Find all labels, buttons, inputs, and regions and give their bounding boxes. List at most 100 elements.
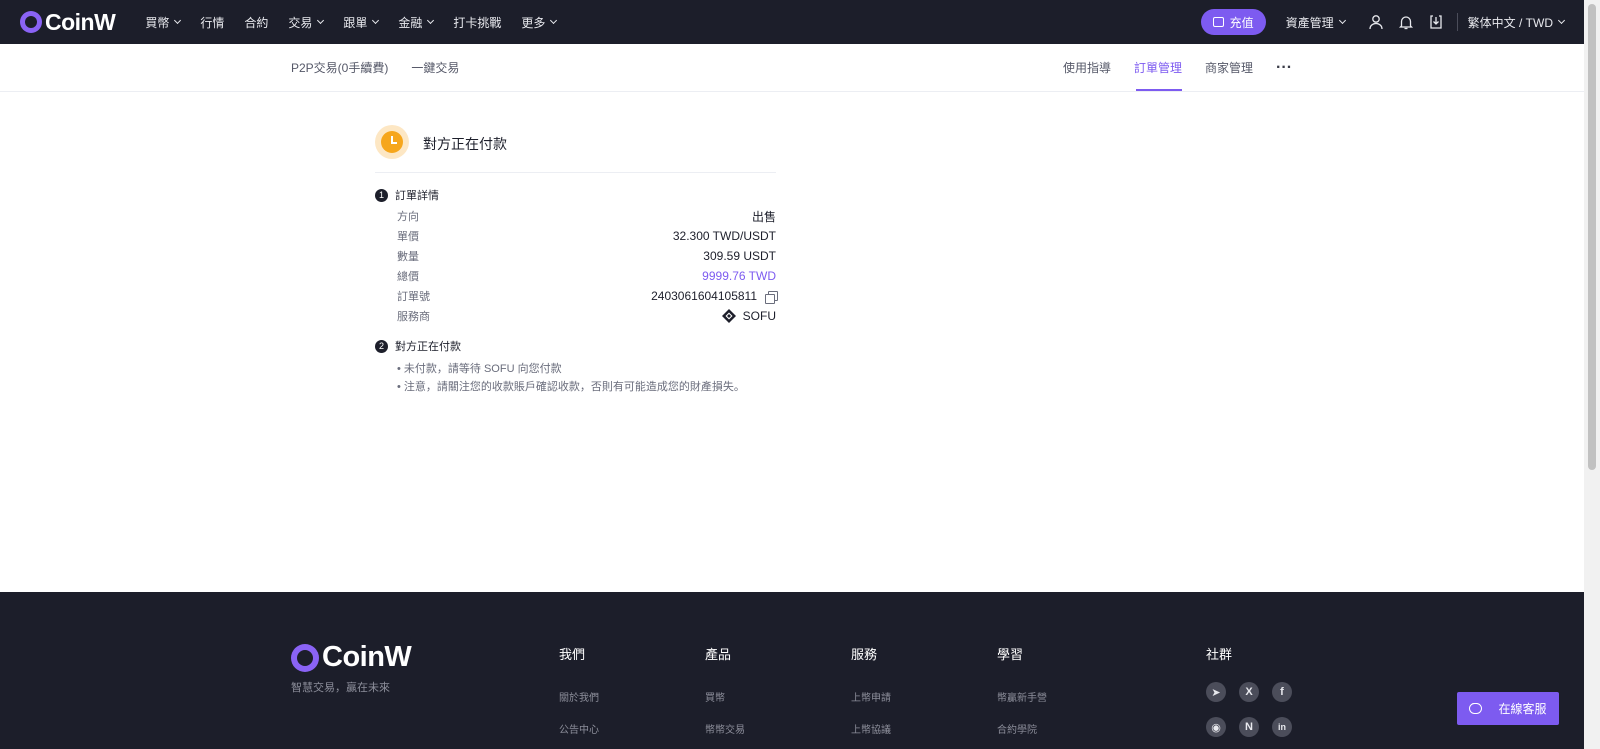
nav-item-finance[interactable]: 金融: [398, 14, 435, 31]
more-options-icon[interactable]: ···: [1276, 44, 1292, 91]
payment-note-warning: • 注意，請關注您的收款賬戶確認收款，否則有可能造成您的財產損失。: [397, 381, 745, 393]
logo-text: CoinW: [45, 8, 116, 35]
payment-note-waiting: • 未付款，請等待 SOFU 向您付款: [397, 363, 562, 375]
page-scrollbar[interactable]: [1584, 0, 1600, 749]
nav-item-market[interactable]: 行情: [200, 14, 224, 31]
asset-management-label: 資產管理: [1285, 15, 1334, 30]
main-nav: 買幣 行情 合約 交易 跟單 金融 打卡挑戰 更多: [145, 14, 576, 31]
footer-link-listing-application[interactable]: 上幣申請: [851, 689, 891, 704]
footer-link-listing-agreement[interactable]: 上幣協議: [851, 721, 891, 736]
x-icon[interactable]: X: [1239, 682, 1259, 702]
footer-col-title: 服務: [851, 647, 878, 662]
detail-value: 309.59 USDT: [703, 249, 776, 263]
footer-slogan: 智慧交易，贏在未來: [291, 682, 390, 694]
footer-col-products: 產品: [705, 644, 731, 663]
detail-value: 32.300 TWD/USDT: [672, 229, 776, 243]
footer-col-learn: 學習: [997, 644, 1023, 663]
nav-item-futures[interactable]: 合約: [244, 14, 268, 31]
step-badge: 2: [375, 339, 388, 353]
footer-link-futures-academy[interactable]: 合約學院: [997, 721, 1037, 736]
chevron-down-icon: [174, 16, 182, 25]
tab-user-guide[interactable]: 使用指導: [1063, 44, 1111, 91]
detail-row-total: 總價 9999.76 TWD: [397, 267, 776, 285]
footer-logo-text: CoinW: [322, 641, 412, 673]
online-support-label: 在線客服: [1498, 702, 1547, 716]
sofu-logo-icon: [721, 309, 736, 323]
order-status-title: 對方正在付款: [423, 136, 507, 152]
language-label: 繁体中文 / TWD: [1467, 15, 1553, 30]
coinw-logo[interactable]: CoinW: [20, 8, 116, 36]
nav-item-checkin-challenge[interactable]: 打卡挑戰: [453, 14, 501, 31]
nav-label: 金融: [398, 15, 423, 30]
order-status-header: 對方正在付款: [375, 125, 776, 173]
tab-order-management[interactable]: 訂單管理: [1134, 44, 1183, 91]
chat-icon: [1469, 698, 1483, 714]
footer-logo[interactable]: CoinW: [291, 641, 412, 674]
tab-p2p-trade[interactable]: P2P交易(0手續費): [291, 59, 388, 76]
nav-item-more[interactable]: 更多: [521, 14, 558, 31]
coinw-logo-icon: [291, 643, 319, 672]
detail-label: 數量: [397, 251, 419, 263]
chevron-down-icon: [1557, 16, 1566, 25]
chevron-down-icon: [550, 16, 558, 25]
detail-row-provider: 服務商 SOFU: [397, 307, 776, 325]
footer: CoinW 智慧交易，贏在未來 我們 關於我們 公告中心 產品 買幣 幣幣交易 …: [0, 592, 1584, 749]
deposit-icon: [1212, 17, 1224, 27]
asset-management-menu[interactable]: 資產管理: [1285, 14, 1346, 31]
nav-label: 交易: [288, 15, 313, 30]
detail-label: 總價: [397, 271, 419, 283]
detail-value: 出售: [751, 209, 776, 224]
language-currency-selector[interactable]: 繁体中文 / TWD: [1467, 14, 1566, 31]
footer-col-title: 學習: [997, 647, 1024, 662]
footer-col-title: 產品: [705, 647, 732, 662]
detail-row-quantity: 數量 309.59 USDT: [397, 247, 776, 265]
nav-item-buy[interactable]: 買幣: [145, 14, 182, 31]
order-number-value: 2403061604105811: [651, 289, 778, 304]
nav-label: 打卡挑戰: [453, 15, 502, 30]
detail-row-direction: 方向 出售: [397, 207, 776, 225]
nav-label: 跟單: [343, 15, 368, 30]
detail-label: 訂單號: [397, 291, 430, 303]
nav-label: 合約: [244, 15, 269, 30]
total-price-value: 9999.76 TWD: [702, 269, 776, 283]
online-support-button[interactable]: 在線客服: [1457, 692, 1559, 725]
tab-one-click-trade[interactable]: 一鍵交易: [411, 59, 459, 76]
footer-link-buy-crypto[interactable]: 買幣: [705, 689, 725, 704]
detail-row-order-number: 訂單號 2403061604105811: [397, 287, 778, 305]
facebook-icon[interactable]: f: [1272, 682, 1292, 702]
deposit-button[interactable]: 充值: [1200, 9, 1266, 35]
detail-label: 服務商: [397, 311, 430, 323]
user-icon[interactable]: [1367, 13, 1385, 31]
deposit-label: 充值: [1229, 15, 1254, 30]
order-details-heading: 1 訂單詳情: [375, 187, 439, 203]
nav-item-trade[interactable]: 交易: [288, 14, 325, 31]
footer-link-announcements[interactable]: 公告中心: [559, 721, 599, 736]
footer-link-spot-trading[interactable]: 幣幣交易: [705, 721, 745, 736]
tab-merchant-management[interactable]: 商家管理: [1205, 44, 1253, 91]
naver-icon[interactable]: N: [1239, 717, 1259, 737]
linkedin-icon[interactable]: in: [1272, 717, 1292, 737]
bell-icon[interactable]: [1397, 13, 1415, 31]
header-divider: [1456, 13, 1458, 31]
chevron-down-icon: [317, 16, 325, 25]
copy-icon[interactable]: [765, 290, 778, 304]
clock-icon: [375, 125, 409, 159]
footer-col-services: 服務: [851, 644, 877, 663]
detail-label: 方向: [397, 211, 419, 223]
section-title: 訂單詳情: [395, 190, 439, 202]
nav-label: 買幣: [145, 15, 170, 30]
header-actions: 充值 資產管理 繁体中文 / TWD: [1200, 0, 1566, 44]
footer-link-about-us[interactable]: 關於我們: [559, 689, 599, 704]
footer-link-beginner-camp[interactable]: 幣贏新手營: [997, 689, 1047, 704]
telegram-icon[interactable]: ➤: [1206, 682, 1226, 702]
download-icon[interactable]: [1427, 13, 1445, 31]
weibo-icon[interactable]: ◉: [1206, 717, 1226, 737]
chevron-down-icon: [1338, 16, 1346, 25]
nav-item-copy-trading[interactable]: 跟單: [343, 14, 380, 31]
nav-label: 行情: [200, 15, 225, 30]
section-title: 對方正在付款: [395, 341, 461, 353]
scrollbar-thumb[interactable]: [1588, 4, 1596, 470]
order-number-text: 2403061604105811: [651, 289, 757, 303]
nav-label: 更多: [521, 15, 546, 30]
detail-label: 單價: [397, 231, 419, 243]
